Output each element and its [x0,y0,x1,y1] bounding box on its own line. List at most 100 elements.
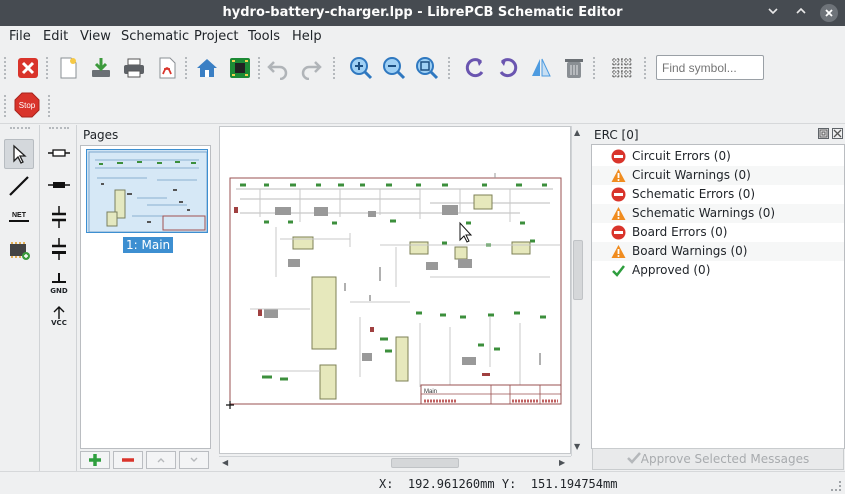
mirror-button[interactable] [527,54,555,82]
trash-icon [565,59,583,78]
resistor-icon [48,149,70,157]
ground-icon [52,273,66,283]
add-resistor-button[interactable] [45,139,73,167]
maximize-button[interactable] [792,4,810,22]
scroll-up-arrow[interactable]: ▲ [574,128,580,137]
toolbar-separator [258,57,261,79]
page-item-main[interactable]: 1: Main [123,237,174,253]
resize-grip[interactable] [831,481,841,491]
select-tool-button[interactable] [4,139,34,169]
zoom-fit-button[interactable] [413,54,441,82]
erc-row-board-warnings[interactable]: Board Warnings (0) [592,242,844,261]
close-window-button[interactable] [820,4,838,22]
print-button[interactable] [120,54,148,82]
scroll-left-arrow[interactable]: ◀ [222,458,228,467]
toolbar-separator [593,57,596,79]
close-icon [825,9,833,17]
approve-selected-button[interactable]: Approve Selected Messages [592,448,844,470]
vertical-scroll-thumb[interactable] [573,240,583,300]
menu-project[interactable]: Project [194,29,238,44]
minus-icon [122,458,134,462]
add-capacitor-button[interactable] [45,203,73,231]
page-thumbnail[interactable] [86,149,208,233]
find-symbol-input[interactable] [656,55,764,80]
menu-tools[interactable]: Tools [248,29,280,44]
y-value: 151.194754mm [530,477,618,491]
pages-list: 1: Main [80,145,211,449]
save-icon [92,58,110,77]
erc-row-approved[interactable]: Approved (0) [592,261,844,280]
abort-command-button[interactable]: Stop [13,91,41,119]
zoom-fit-icon [416,57,439,80]
menu-file[interactable]: File [9,29,31,44]
chevron-down-icon [768,8,778,15]
move-page-up-button[interactable] [146,451,176,469]
save-button[interactable] [87,54,115,82]
canvas-vertical-scrollbar[interactable]: ▲ ▼ [571,126,584,456]
board-editor-button[interactable] [226,54,254,82]
add-vcc-button[interactable]: VCC [45,301,73,331]
warning-icon [611,207,626,220]
warning-icon [611,245,626,258]
toolbar-grip[interactable] [10,127,30,130]
check-icon [612,265,625,277]
chevron-up-icon [796,7,806,14]
error-icon [611,187,626,202]
menu-edit[interactable]: Edit [43,29,68,44]
toolbar-grip[interactable] [4,95,7,117]
erc-row-circuit-warnings[interactable]: Circuit Warnings (0) [592,166,844,185]
rotate-ccw-button[interactable] [461,54,489,82]
erc-row-label: Circuit Warnings (0) [632,168,751,182]
zoom-out-button[interactable] [380,54,408,82]
home-icon [197,59,217,77]
close-project-button[interactable] [14,54,42,82]
capacitor-icon [52,206,66,228]
add-inductor-button[interactable] [45,171,73,199]
redo-button[interactable] [297,54,325,82]
erc-row-schematic-errors[interactable]: Schematic Errors (0) [592,185,844,204]
rotate-cw-button[interactable] [494,54,522,82]
erc-row-board-errors[interactable]: Board Errors (0) [592,223,844,242]
toolbar-separator [185,57,188,79]
toolbar-grip[interactable] [4,57,7,79]
horizontal-scroll-thumb[interactable] [391,458,459,468]
move-page-down-button[interactable] [179,451,209,469]
export-pdf-button[interactable] [153,54,181,82]
add-polarized-capacitor-button[interactable] [45,235,73,263]
erc-row-circuit-errors[interactable]: Circuit Errors (0) [592,147,844,166]
erc-row-label: Board Errors (0) [632,225,728,239]
dock-close-button[interactable] [832,128,843,139]
control-panel-button[interactable] [193,54,221,82]
grid-properties-button[interactable] [608,54,636,82]
toolbar-grip[interactable] [49,127,69,130]
menu-schematic[interactable]: Schematic [121,29,189,44]
approve-button-label: Approve Selected Messages [640,452,810,466]
scroll-down-arrow[interactable]: ▼ [574,442,580,451]
add-page-button[interactable] [80,451,110,469]
minimize-button[interactable] [764,4,782,22]
delete-button[interactable] [560,54,588,82]
undo-button[interactable] [264,54,292,82]
net-label-icon: NET [9,212,29,222]
title-bar: hydro-battery-charger.lpp - LibrePCB Sch… [0,0,845,26]
erc-row-label: Board Warnings (0) [632,244,748,258]
dock-float-button[interactable] [818,128,829,139]
erc-row-schematic-warnings[interactable]: Schematic Warnings (0) [592,204,844,223]
draw-wire-button[interactable] [4,171,34,201]
menu-help[interactable]: Help [292,29,322,44]
toolbar-separator [448,57,451,79]
add-net-label-button[interactable]: NET [4,203,34,233]
scroll-right-arrow[interactable]: ▶ [559,458,565,467]
add-component-button[interactable] [4,235,34,265]
stop-label: Stop [19,101,36,110]
canvas-horizontal-scrollbar[interactable]: ◀ ▶ [219,456,571,469]
vcc-label: VCC [51,319,67,327]
menu-view[interactable]: View [80,29,111,44]
gnd-label: GND [50,287,68,295]
zoom-in-button[interactable] [347,54,375,82]
add-gnd-button[interactable]: GND [45,269,73,299]
erc-row-label: Circuit Errors (0) [632,149,731,163]
remove-page-button[interactable] [113,451,143,469]
new-page-button[interactable] [54,54,82,82]
schematic-canvas[interactable]: Main [219,126,571,454]
